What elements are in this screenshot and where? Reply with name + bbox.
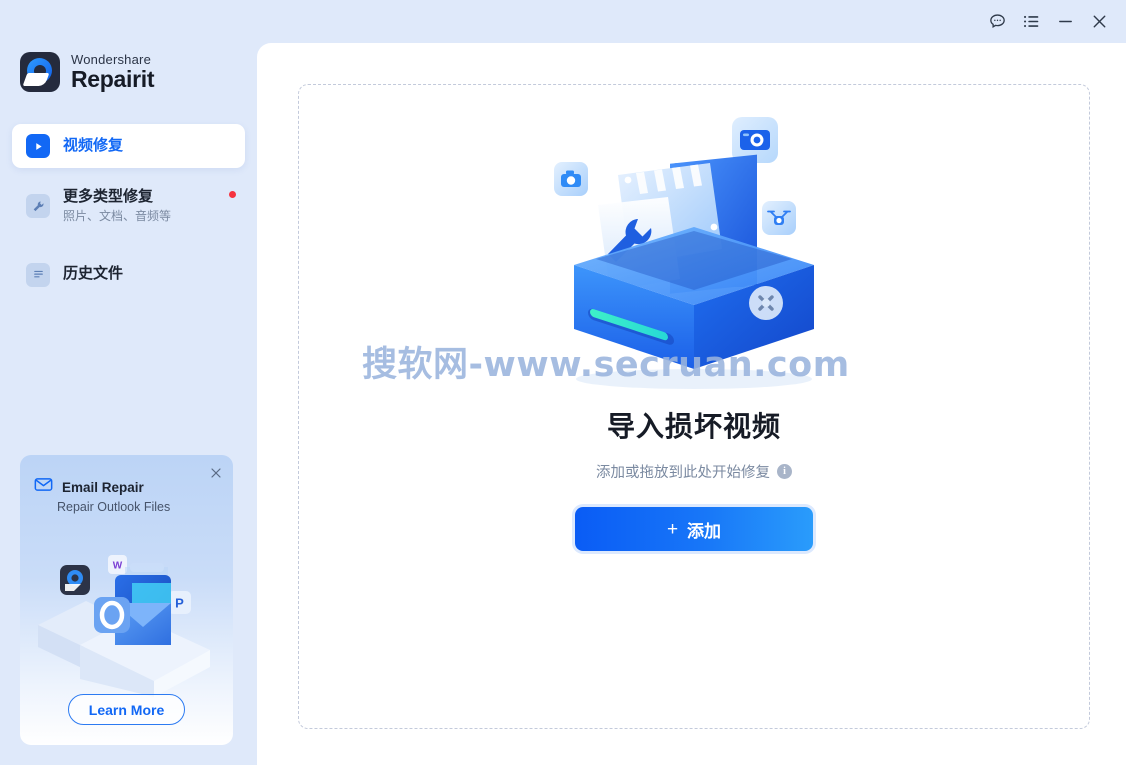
sidebar-item-history-files[interactable]: 历史文件 xyxy=(12,252,245,297)
main-panel: 导入损坏视频 添加或拖放到此处开始修复 i + 添加 xyxy=(257,43,1126,765)
sidebar-item-video-repair[interactable]: 视频修复 xyxy=(12,124,245,168)
learn-more-button[interactable]: Learn More xyxy=(68,694,185,725)
sidebar-nav: 视频修复 更多类型修复 照片、文档、音频等 历史文件 xyxy=(12,124,245,297)
play-icon xyxy=(26,134,50,158)
brand-name-bottom: Repairit xyxy=(71,66,155,92)
promo-title: Email Repair xyxy=(62,479,144,495)
sidebar-item-label: 视频修复 xyxy=(63,136,124,154)
wondershare-logo-icon xyxy=(20,52,60,92)
sidebar-item-label: 历史文件 xyxy=(63,265,124,283)
status-badge xyxy=(229,191,236,198)
feedback-icon[interactable] xyxy=(980,7,1014,37)
info-icon[interactable]: i xyxy=(777,464,792,479)
svg-text:P: P xyxy=(175,596,184,611)
title-bar xyxy=(0,0,1126,43)
sidebar-item-more-repair-types[interactable]: 更多类型修复 照片、文档、音频等 xyxy=(12,180,245,232)
sidebar: Wondershare Repairit 视频修复 更多类型修复 照片、文档、音… xyxy=(0,0,257,765)
envelope-icon xyxy=(34,477,53,497)
history-file-icon xyxy=(26,262,50,287)
app-logo: Wondershare Repairit xyxy=(20,52,155,92)
svg-text:W: W xyxy=(113,561,123,572)
brand-name-top: Wondershare xyxy=(71,52,152,67)
page-title: 导入损坏视频 xyxy=(606,411,781,442)
promo-close-icon[interactable] xyxy=(207,464,225,482)
plus-icon: + xyxy=(666,518,679,540)
promo-card-email-repair[interactable]: Email Repair Repair Outlook Files W P Le… xyxy=(20,455,233,745)
wrench-icon xyxy=(26,194,50,218)
minimize-icon[interactable] xyxy=(1048,7,1082,37)
add-button[interactable]: + 添加 xyxy=(575,507,813,551)
close-icon[interactable] xyxy=(1082,7,1116,37)
sidebar-item-sublabel: 照片、文档、音频等 xyxy=(63,209,172,224)
menu-icon[interactable] xyxy=(1014,7,1048,37)
dropzone-hint: 添加或拖放到此处开始修复 xyxy=(596,465,770,481)
dropzone-hint-row: 添加或拖放到此处开始修复 i xyxy=(596,461,792,482)
add-button-label: 添加 xyxy=(687,521,722,541)
file-dropzone[interactable]: 导入损坏视频 添加或拖放到此处开始修复 i + 添加 xyxy=(298,84,1090,729)
promo-illustration: W P xyxy=(20,517,233,697)
promo-subtitle: Repair Outlook Files xyxy=(57,500,171,514)
sidebar-item-label: 更多类型修复 xyxy=(63,188,154,206)
import-video-illustration xyxy=(544,107,844,397)
